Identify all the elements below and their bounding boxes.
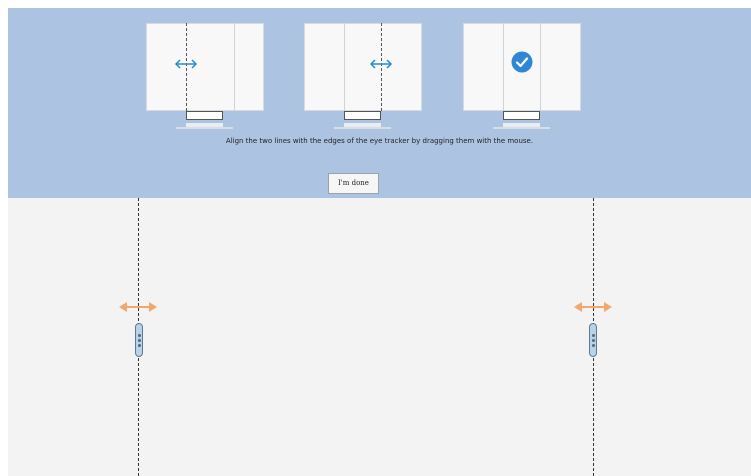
screen-divider [503, 23, 504, 111]
left-line-drag-arrow-icon [119, 302, 157, 312]
left-line-drag-handle[interactable] [135, 323, 143, 357]
right-line-drag-arrow-icon [574, 302, 612, 312]
illustration-step-3 [463, 23, 581, 131]
illustration-step-2 [304, 23, 422, 131]
grip-dot [592, 334, 595, 337]
eye-tracker-bar [186, 111, 223, 120]
check-circle-icon [511, 51, 533, 73]
monitor-base [334, 127, 391, 129]
grip-dot [138, 334, 141, 337]
grip-dot [592, 344, 595, 347]
screen-divider [540, 23, 541, 111]
monitor-base [176, 127, 233, 129]
screen-divider [234, 23, 235, 111]
done-button[interactable]: I'm done [328, 173, 379, 194]
right-line-drag-handle[interactable] [589, 323, 597, 357]
monitor-screen [304, 23, 422, 111]
monitor-screen [146, 23, 264, 111]
double-arrow-icon [174, 59, 198, 69]
grip-dot [592, 339, 595, 342]
instruction-panel: Align the two lines with the edges of th… [8, 8, 751, 198]
grip-dot [138, 339, 141, 342]
window-border-left [0, 0, 8, 476]
eye-tracker-bar [503, 111, 540, 120]
double-arrow-icon [369, 59, 393, 69]
monitor-base [493, 127, 550, 129]
grip-dot [138, 344, 141, 347]
instruction-text: Align the two lines with the edges of th… [225, 137, 534, 145]
eye-tracker-bar [344, 111, 381, 120]
window-border-top [0, 0, 751, 8]
screen-divider [344, 23, 345, 111]
illustration-step-1 [146, 23, 264, 131]
